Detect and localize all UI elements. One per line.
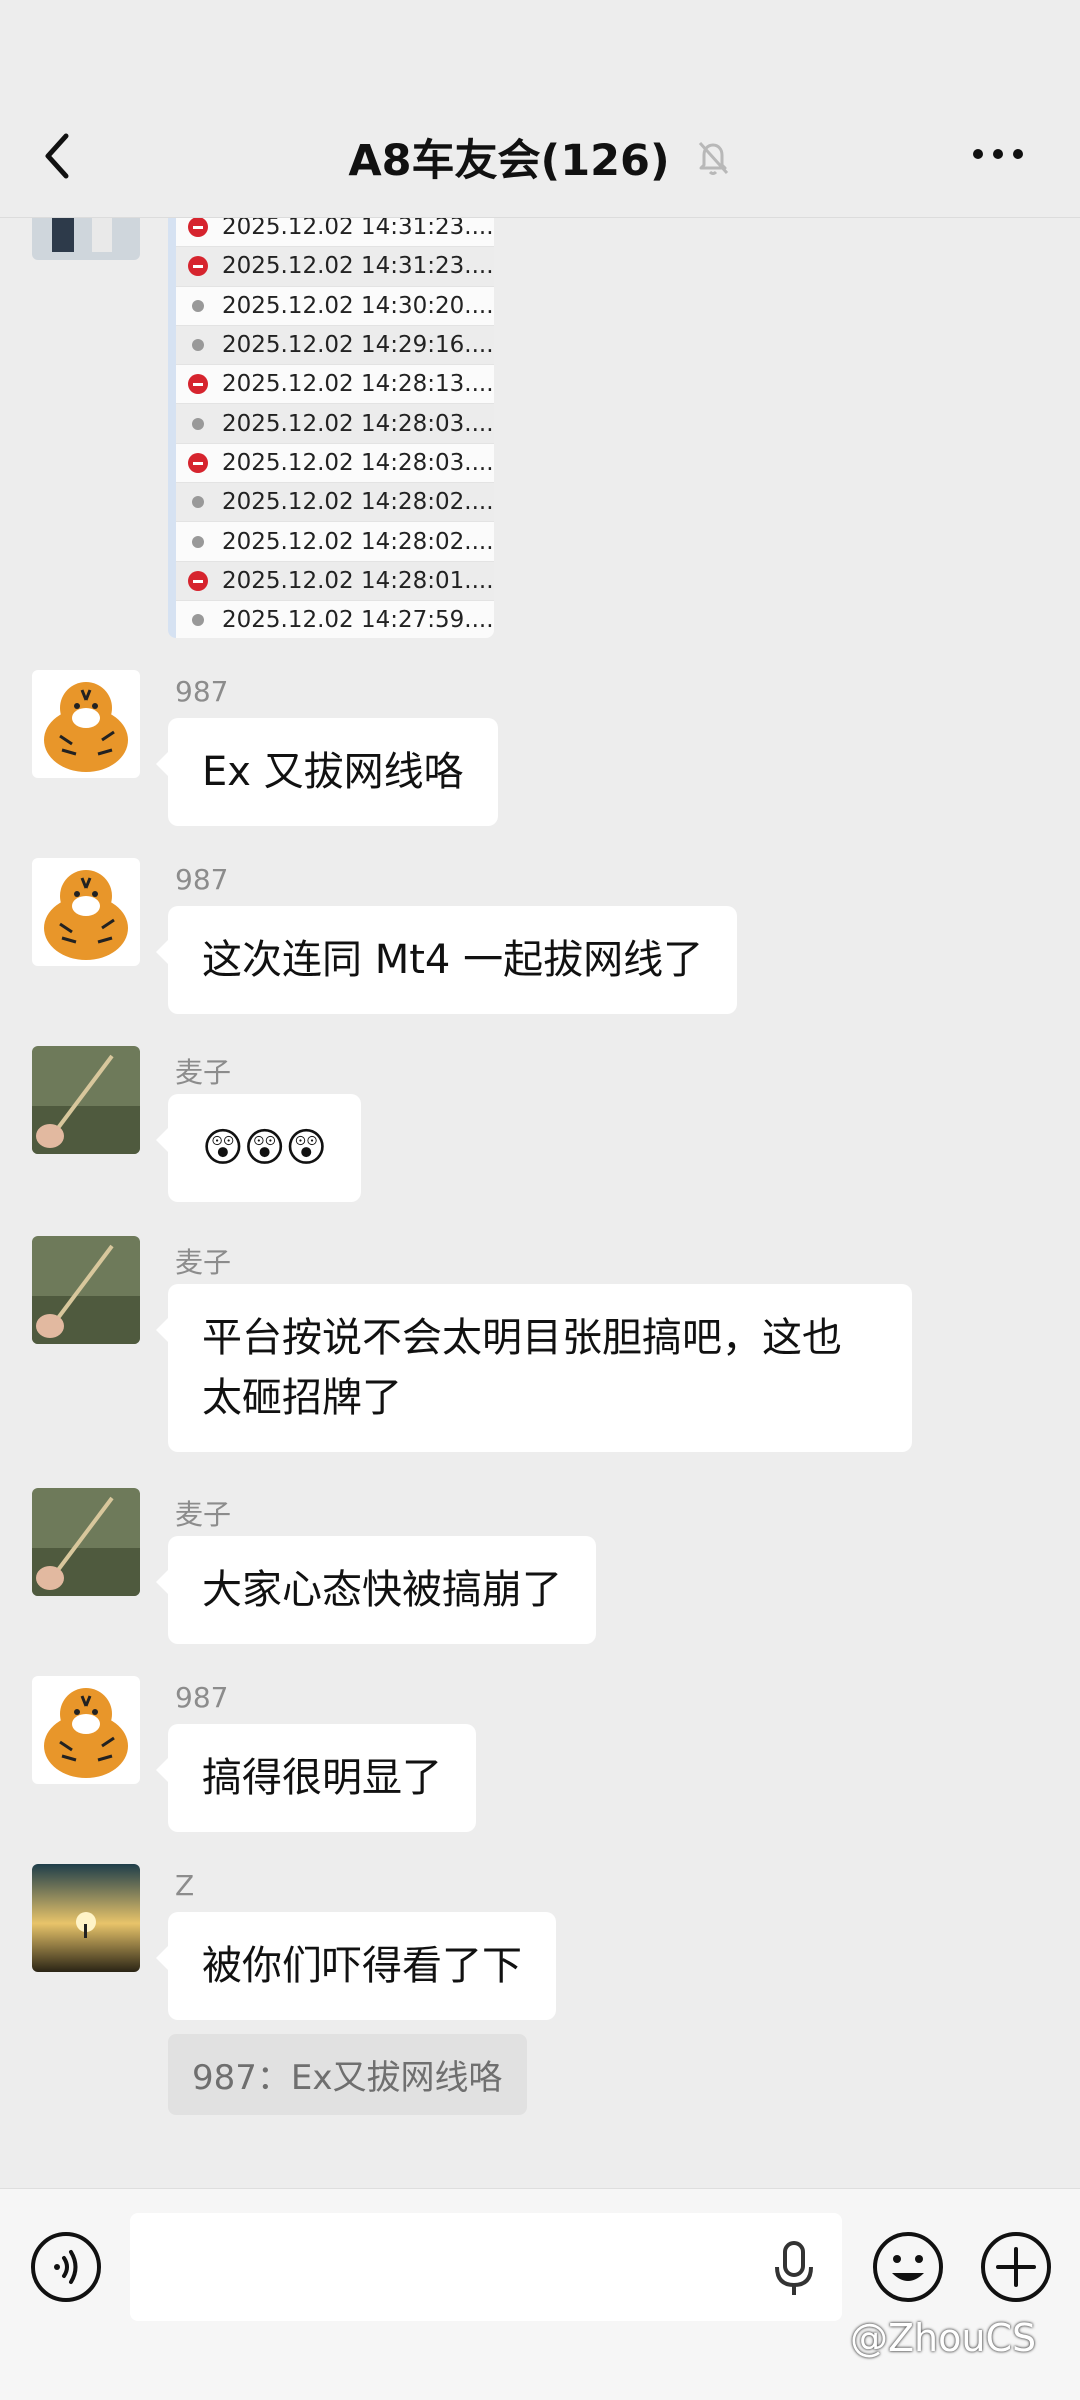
log-row: 2025.12.02 14:31:23.... bbox=[176, 247, 494, 287]
error-status-icon bbox=[188, 256, 208, 277]
sender-name: 987 bbox=[175, 863, 229, 896]
info-status-icon bbox=[192, 299, 204, 312]
log-time: 2025.12.02 14:30:20.... bbox=[222, 292, 494, 319]
sender-name: 麦子 bbox=[175, 1056, 232, 1089]
log-row: 2025.12.02 14:28:02.... bbox=[176, 483, 494, 523]
plus-icon[interactable] bbox=[980, 2231, 1052, 2303]
chat-header: A8车友会(126) bbox=[0, 0, 1080, 218]
quoted-message[interactable]: 987：Ex又拔网线咯 bbox=[168, 2034, 527, 2115]
voice-icon[interactable] bbox=[30, 2231, 102, 2303]
mic-icon[interactable] bbox=[772, 2239, 816, 2299]
log-time: 2025.12.02 14:28:03.... bbox=[222, 449, 494, 476]
log-row: 2025.12.02 14:28:03.... bbox=[176, 404, 494, 444]
error-status-icon bbox=[188, 218, 208, 238]
log-time: 2025.12.02 14:31:23.... bbox=[222, 253, 494, 280]
message-bubble[interactable]: 😲😲😲 bbox=[155, 1094, 362, 1202]
log-row: 2025.12.02 14:27:59.... bbox=[176, 601, 494, 638]
log-screenshot-image[interactable]: 2025.12.02 14:31:23.... 2025.12.02 14:31:… bbox=[168, 218, 494, 638]
avatar-tiger[interactable] bbox=[32, 670, 140, 778]
info-status-icon bbox=[192, 535, 204, 548]
log-row: 2025.12.02 14:31:23.... bbox=[176, 218, 494, 248]
error-status-icon bbox=[188, 570, 208, 591]
log-time: 2025.12.02 14:28:02.... bbox=[222, 489, 494, 516]
log-time: 2025.12.02 14:27:59.... bbox=[222, 607, 494, 634]
log-row: 2025.12.02 14:29:16.... bbox=[176, 325, 494, 366]
watermark: @ZhouCS bbox=[850, 2316, 1037, 2360]
bell-off-icon bbox=[698, 141, 728, 175]
input-bar bbox=[0, 2188, 1080, 2400]
message-bubble[interactable]: 大家心态快被搞崩了 bbox=[156, 1536, 596, 1644]
sender-name: 987 bbox=[175, 1681, 229, 1714]
avatar-maizi[interactable] bbox=[32, 1046, 140, 1154]
message-bubble[interactable]: 这次连同 Mt4 一起拔网线了 bbox=[155, 906, 738, 1014]
chat-title-area: A8车友会(126) bbox=[0, 126, 1080, 188]
info-status-icon bbox=[192, 614, 204, 627]
log-row: 2025.12.02 14:28:13.... bbox=[176, 365, 494, 405]
emoji-icon[interactable] bbox=[872, 2231, 944, 2303]
log-row: 2025.12.02 14:28:01.... bbox=[176, 561, 494, 601]
log-row: 2025.12.02 14:28:02.... bbox=[176, 522, 494, 562]
avatar[interactable] bbox=[32, 218, 140, 260]
message-bubble[interactable]: 被你们吓得看了下 bbox=[156, 1912, 556, 2020]
avatar-maizi[interactable] bbox=[32, 1488, 140, 1596]
info-status-icon bbox=[192, 496, 204, 509]
log-time: 2025.12.02 14:29:16.... bbox=[222, 332, 494, 359]
info-status-icon bbox=[192, 417, 204, 430]
avatar-maizi[interactable] bbox=[32, 1236, 140, 1344]
avatar-tiger[interactable] bbox=[32, 858, 140, 966]
log-time: 2025.12.02 14:28:03.... bbox=[222, 410, 494, 437]
log-row: 2025.12.02 14:28:03.... bbox=[176, 444, 494, 484]
sender-name: 麦子 bbox=[175, 1498, 232, 1531]
log-time: 2025.12.02 14:31:23.... bbox=[222, 218, 494, 241]
message-bubble[interactable]: 平台按说不会太明目张胆搞吧，这也太砸招牌了 bbox=[156, 1284, 912, 1452]
sender-name: 987 bbox=[175, 675, 229, 708]
message-list[interactable]: 2025.12.02 14:31:23.... 2025.12.02 14:31:… bbox=[0, 218, 1080, 2188]
log-time: 2025.12.02 14:28:13.... bbox=[222, 371, 494, 398]
sender-name: Z bbox=[175, 1869, 195, 1902]
info-status-icon bbox=[192, 339, 204, 352]
avatar-tiger[interactable] bbox=[32, 1676, 140, 1784]
error-status-icon bbox=[188, 452, 208, 473]
sender-name: 麦子 bbox=[175, 1246, 232, 1279]
more-dots-icon[interactable] bbox=[970, 146, 1026, 162]
avatar-z[interactable] bbox=[32, 1864, 140, 1972]
log-time: 2025.12.02 14:28:02.... bbox=[222, 528, 494, 555]
message-bubble[interactable]: 搞得很明显了 bbox=[156, 1724, 476, 1832]
log-row: 2025.12.02 14:30:20.... bbox=[176, 287, 494, 326]
chat-title[interactable]: A8车友会(126) bbox=[348, 126, 669, 188]
error-status-icon bbox=[188, 374, 208, 395]
message-input[interactable] bbox=[130, 2213, 842, 2321]
message-bubble[interactable]: Ex 又拔网线咯 bbox=[156, 718, 498, 826]
log-time: 2025.12.02 14:28:01.... bbox=[222, 567, 494, 594]
